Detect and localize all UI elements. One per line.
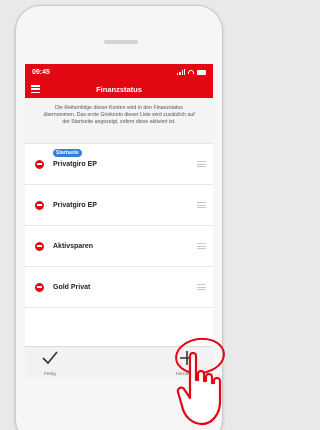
status-icons [177, 69, 206, 75]
menu-icon[interactable] [31, 85, 40, 93]
drag-handle-icon[interactable] [197, 202, 206, 208]
account-row[interactable]: Gold Privat [25, 267, 213, 308]
phone-speaker [104, 40, 138, 44]
status-time: 09:45 [32, 68, 50, 76]
info-text: Die Reihenfolge dieser Konten wird in de… [25, 98, 213, 144]
delete-icon[interactable] [35, 241, 44, 251]
drag-handle-icon[interactable] [197, 161, 206, 167]
check-icon [42, 351, 58, 365]
page-title: Finanzstatus [96, 84, 142, 94]
drag-handle-icon[interactable] [197, 284, 206, 290]
account-label: Privatgiro EP [53, 201, 97, 209]
pointing-hand-icon [176, 351, 222, 426]
wifi-icon [188, 70, 194, 74]
nav-bar: Finanzstatus [25, 80, 213, 98]
account-row[interactable]: Privatgiro EP [25, 185, 213, 226]
account-label: Aktivsparen [53, 242, 94, 250]
done-button[interactable]: Fertig [30, 347, 70, 378]
delete-icon[interactable] [35, 159, 44, 169]
done-label: Fertig [44, 371, 56, 376]
account-label: Privatgiro EP [53, 161, 97, 168]
account-list: Startseite Privatgiro EP Privatgiro EP A… [25, 144, 213, 308]
account-row[interactable]: Aktivsparen [25, 226, 213, 267]
signal-icon [177, 69, 185, 75]
account-row[interactable]: Startseite Privatgiro EP [25, 144, 213, 185]
drag-handle-icon[interactable] [197, 243, 206, 249]
account-label: Gold Privat [53, 283, 91, 291]
app-screen: 09:45 Finanzstatus Die Reihenfolge diese… [25, 64, 213, 378]
delete-icon[interactable] [35, 200, 44, 210]
delete-icon[interactable] [35, 282, 44, 292]
status-bar: 09:45 [25, 64, 213, 80]
startseite-badge: Startseite [53, 149, 82, 157]
battery-icon [197, 69, 206, 75]
